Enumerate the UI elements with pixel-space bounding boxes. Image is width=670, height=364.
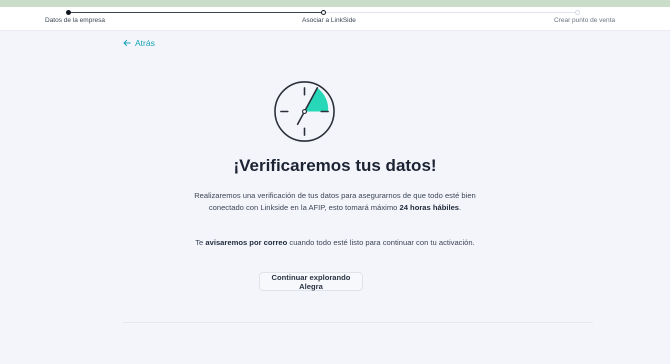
continue-exploring-button[interactable]: Continuar explorando Alegra: [259, 272, 363, 291]
back-label: Atrás: [135, 38, 155, 48]
verification-text-end: .: [459, 203, 462, 212]
page-title: ¡Verificaremos tus datos!: [233, 156, 437, 175]
back-link[interactable]: Atrás: [123, 38, 155, 48]
notification-message: Te avisaremos por correo cuando todo est…: [185, 237, 485, 249]
stepper-line-pending: [323, 12, 577, 13]
notification-channel: avisaremos por correo: [205, 238, 288, 247]
step-label-2: Asociar a LinkSide: [302, 17, 356, 24]
step-dot-3: [575, 10, 580, 15]
step-dot-1: [66, 10, 71, 15]
progress-stepper: Datos de la empresa Asociar a LinkSide C…: [0, 7, 670, 31]
verification-time: 24 horas hábiles: [399, 203, 460, 212]
step-label-1: Datos de la empresa: [45, 17, 105, 24]
top-bar: [0, 0, 670, 7]
step-label-3: Crear punto de venta: [554, 17, 616, 24]
step-dot-2: [321, 10, 326, 15]
verification-message: Realizaremos una verificación de tus dat…: [185, 190, 485, 214]
footer-divider: [123, 322, 593, 323]
stepper-line-done: [68, 12, 323, 13]
clock-icon: [274, 81, 335, 142]
arrow-left-icon: [123, 39, 131, 47]
notification-text-start: Te: [195, 238, 206, 247]
notification-text-end: cuando todo esté listo para continuar co…: [287, 238, 475, 247]
